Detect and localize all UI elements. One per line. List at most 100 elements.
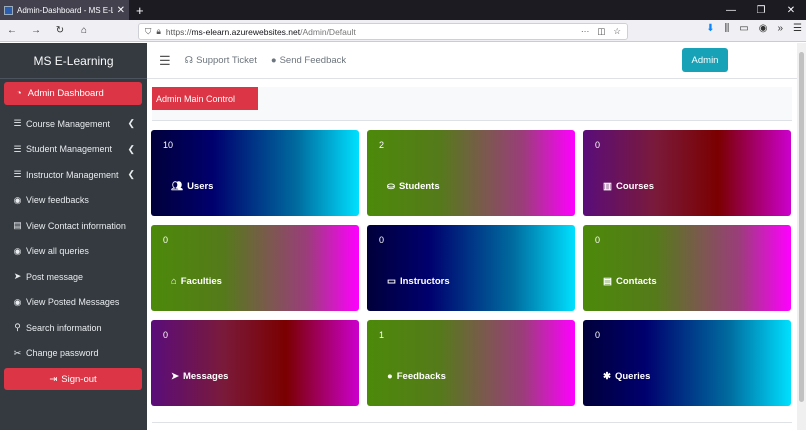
window-controls: — ❐ ✕ [716, 5, 806, 16]
send-feedback-link[interactable]: ● Send Feedback [271, 55, 346, 66]
more-icon[interactable]: ··· [581, 26, 590, 37]
card-users[interactable]: 10 👥︎ Users [151, 130, 359, 216]
sidebar-item-view-feedbacks[interactable]: ◉ View feedbacks [0, 188, 147, 214]
card-instructors[interactable]: 0 ▭ Instructors [367, 225, 575, 311]
sidebar-item-post-message[interactable]: ➤ Post message [0, 264, 147, 290]
card-count: 0 [163, 330, 169, 340]
sidebar-item-search-information[interactable]: ⚲ Search information [0, 315, 147, 341]
sidebar-item-student-management[interactable]: ☰ Student Management ❮ [0, 137, 147, 163]
close-tab-icon[interactable]: ✕ [117, 5, 125, 16]
bug-icon: ✱ [603, 371, 611, 382]
home-icon[interactable]: ⌂ [76, 25, 92, 36]
browser-tabbar: Admin-Dashboard - MS E-Lear ✕ + — ❐ ✕ [0, 0, 806, 20]
lock-icon[interactable]: 🔒︎ [156, 26, 161, 37]
sidebar-item-view-contact-information[interactable]: ▤ View Contact information [0, 213, 147, 239]
support-icon: ☊ [184, 55, 194, 66]
browser-tab[interactable]: Admin-Dashboard - MS E-Lear ✕ [0, 0, 129, 20]
browser-toolbar-right: ⬇ ⫼ ▭ ◉ » ☰ [706, 23, 802, 34]
card-label: Feedbacks [396, 371, 446, 382]
sidebar-item-label: Course Management [26, 118, 111, 129]
library-icon[interactable]: ⫼ [725, 23, 730, 34]
card-count: 0 [163, 235, 169, 245]
sidebar: MS E-Learning ◔ Admin Dashboard ☰ Course… [0, 43, 147, 430]
sidebar-item-view-all-queries[interactable]: ◉ View all queries [0, 239, 147, 265]
favicon-icon [4, 5, 13, 15]
card-count: 10 [163, 140, 174, 150]
building-icon: ⌂ [171, 276, 177, 287]
shield-icon[interactable]: ⛉ [145, 26, 151, 37]
card-label: Queries [614, 371, 651, 382]
sidebar-item-label: Student Management [26, 144, 113, 155]
hamburger-icon[interactable]: ☰ [159, 53, 171, 69]
url-scheme: https:// [165, 26, 192, 37]
id-card-icon: ▤ [603, 276, 612, 287]
new-tab-icon[interactable]: + [136, 3, 144, 18]
chevron-left-icon: ❮ [127, 169, 135, 180]
maximize-icon[interactable]: ❐ [746, 5, 776, 16]
card-courses[interactable]: 0 ▥ Courses [583, 130, 791, 216]
eye-icon: ◉ [13, 194, 22, 205]
sidebar-item-label: Post message [26, 271, 84, 282]
card-label: Courses [615, 181, 654, 192]
sidebar-item-change-password[interactable]: ✂ Change password [0, 341, 147, 367]
tools-icon: ✂ [13, 347, 22, 358]
menu-icon[interactable]: ☰ [793, 23, 802, 34]
card-students[interactable]: 2 ⛀ Students [367, 130, 575, 216]
card-feedbacks[interactable]: 1 ● Feedbacks [367, 320, 575, 406]
admin-button[interactable]: Admin [682, 48, 728, 72]
list-icon: ☰ [13, 118, 22, 129]
card-label: Students [398, 181, 440, 192]
forward-icon[interactable]: → [28, 25, 44, 36]
card-count: 2 [379, 140, 385, 150]
card-label: Users [187, 181, 214, 192]
bookmark-star-icon[interactable]: ☆ [613, 26, 621, 37]
sidebar-item-label: Instructor Management [26, 169, 119, 180]
paper-plane-icon: ➤ [171, 371, 179, 382]
support-ticket-link[interactable]: ☊ Support Ticket [185, 55, 257, 66]
brand-title[interactable]: MS E-Learning [0, 43, 147, 79]
support-ticket-label: Support Ticket [196, 55, 257, 66]
send-feedback-label: Send Feedback [279, 55, 347, 66]
sidebar-item-view-posted-messages[interactable]: ◉ View Posted Messages [0, 290, 147, 316]
account-icon[interactable]: ◉ [759, 23, 768, 34]
sidebar-item-label: Change password [26, 348, 99, 359]
url-path: /Admin/Default [300, 26, 356, 37]
list-icon: ☰ [13, 169, 22, 180]
card-contacts[interactable]: 0 ▤ Contacts [583, 225, 791, 311]
sidebar-item-label: View Posted Messages [26, 297, 120, 308]
window-close-icon[interactable]: ✕ [776, 5, 806, 16]
comment-icon: ● [387, 371, 393, 382]
sidebar-item-instructor-management[interactable]: ☰ Instructor Management ❮ [0, 162, 147, 188]
card-count: 0 [595, 235, 601, 245]
address-bar[interactable]: ⛉ 🔒︎ https://ms-elearn.azurewebsites.net… [138, 23, 628, 40]
sidebar-item-label: View feedbacks [26, 195, 89, 206]
pocket-icon[interactable]: ◫ [597, 26, 605, 37]
card-count: 0 [595, 330, 601, 340]
chalkboard-icon: ▭ [387, 276, 396, 287]
sidebar-item-course-management[interactable]: ☰ Course Management ❮ [0, 111, 147, 137]
signout-button[interactable]: ⇥ Sign-out [4, 368, 142, 390]
card-messages[interactable]: 0 ➤ Messages [151, 320, 359, 406]
minimize-icon[interactable]: — [716, 5, 746, 16]
admin-main-control-button[interactable]: Admin Main Control [152, 87, 258, 110]
sidebar-item-admin-dashboard[interactable]: ◔ Admin Dashboard [4, 82, 142, 105]
extensions-icon[interactable]: » [777, 23, 783, 34]
card-label: Contacts [615, 276, 657, 287]
scrollbar-thumb[interactable] [799, 52, 804, 402]
eye-icon: ◉ [13, 296, 22, 307]
download-icon[interactable]: ⬇ [706, 23, 714, 34]
card-count: 0 [379, 235, 385, 245]
sidebar-toggle-icon[interactable]: ▭ [739, 23, 748, 34]
sidebar-item-label: View Contact information [26, 220, 126, 231]
signout-icon: ⇥ [49, 373, 58, 385]
card-faculties[interactable]: 0 ⌂ Faculties [151, 225, 359, 311]
paper-plane-icon: ➤ [13, 271, 22, 282]
card-queries[interactable]: 0 ✱ Queries [583, 320, 791, 406]
back-icon[interactable]: ← [4, 25, 20, 36]
reload-icon[interactable]: ↻ [52, 25, 68, 36]
search-icon: ⚲ [14, 322, 21, 333]
card-label: Instructors [399, 276, 450, 287]
eye-icon: ◉ [13, 245, 22, 256]
id-card-icon: ▤ [13, 220, 22, 231]
sidebar-item-label: Search information [26, 322, 102, 333]
